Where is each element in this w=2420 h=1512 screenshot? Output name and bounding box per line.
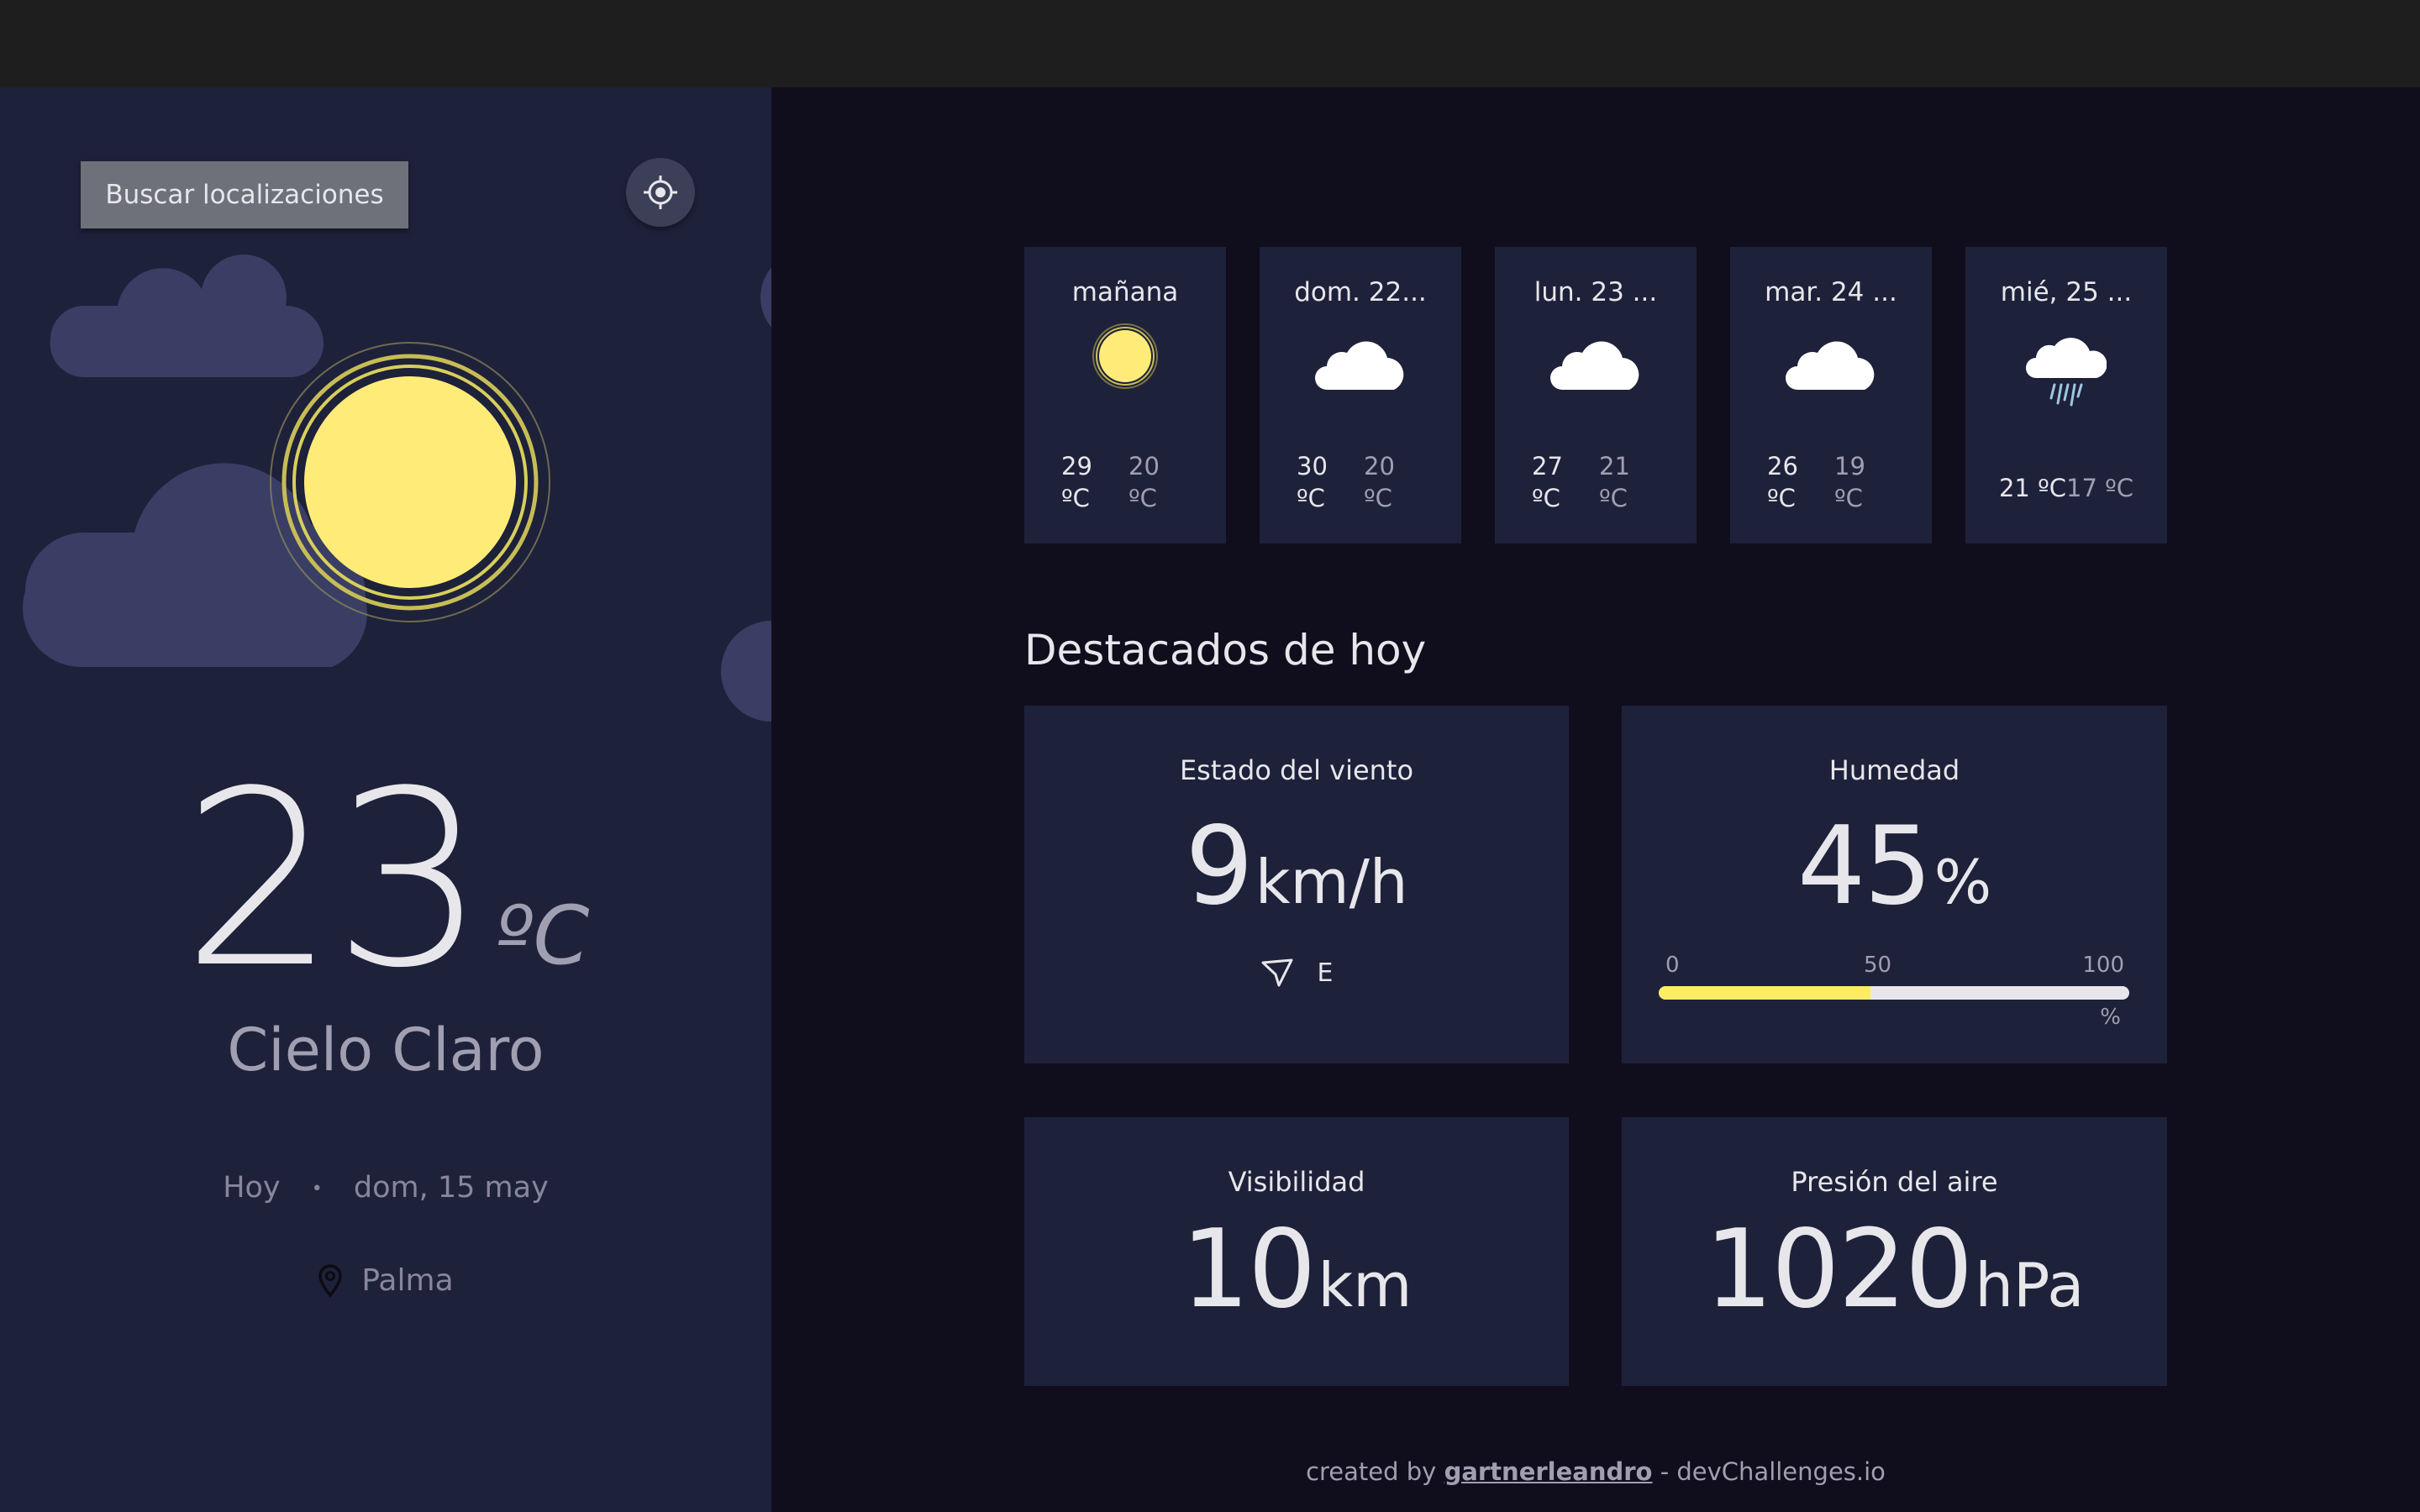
cloud-icon: [1786, 341, 1875, 390]
forecast-day: lun. 23 ...: [1534, 277, 1658, 307]
author-link[interactable]: gartnerleandro: [1444, 1457, 1653, 1486]
current-temperature: 23 ºC: [0, 759, 771, 1001]
humidity-bar-fill: [1659, 986, 1870, 1000]
forecast-card: mañana 29 ºC 20 ºC: [1024, 247, 1226, 543]
forecast-list: mañana 29 ºC 20 ºC dom. 22... 30 ºC 20 º…: [1024, 247, 2167, 543]
forecast-min-temp: 20 ºC: [1364, 452, 1395, 512]
wind-value: 9: [1185, 804, 1253, 929]
scale-max-label: 100: [2082, 953, 2124, 978]
browser-top-bar: [0, 0, 2420, 87]
wind-unit: km/h: [1255, 847, 1408, 917]
today-label: Hoy: [223, 1171, 281, 1205]
humidity-unit: %: [1933, 847, 1992, 917]
location-name: Palma: [361, 1263, 454, 1298]
humidity-card: Humedad 45 % 0 50 100 %: [1622, 706, 2167, 1063]
wind-title: Estado del viento: [1179, 754, 1414, 786]
visibility-title: Visibilidad: [1228, 1166, 1365, 1198]
pressure-card: Presión del aire 1020 hPa: [1622, 1117, 2167, 1386]
cloud-icon: [1550, 341, 1639, 390]
forecast-max-temp: 26 ºC: [1767, 452, 1798, 512]
visibility-value: 10: [1181, 1207, 1317, 1332]
cloud-shape: [721, 621, 771, 722]
temperature-value: 23: [182, 739, 487, 1021]
humidity-bar: [1659, 986, 2129, 1000]
search-locations-button[interactable]: Buscar localizaciones: [81, 161, 408, 228]
scale-mid-label: 50: [1864, 953, 1892, 978]
sun-icon: [270, 342, 550, 622]
forecast-card: mié, 25 ... 21 ºC17 ºC: [1965, 247, 2167, 543]
map-pin-icon: [318, 1263, 343, 1298]
humidity-scale: 0 50 100 %: [1659, 953, 2129, 1030]
separator-dot: •: [311, 1178, 323, 1200]
forecast-min-temp: 21 ºC: [1599, 452, 1630, 512]
forecast-card: lun. 23 ... 27 ºC 21 ºC: [1495, 247, 1697, 543]
current-date: dom, 15 may: [353, 1171, 549, 1205]
scale-unit-label: %: [2100, 1005, 2121, 1030]
date-row: Hoy • dom, 15 may: [0, 1171, 771, 1205]
wind-direction: E: [1317, 958, 1334, 988]
visibility-card: Visibilidad 10 km: [1024, 1117, 1569, 1386]
navigation-arrow-icon: [1261, 958, 1293, 987]
pressure-unit: hPa: [1975, 1250, 2085, 1320]
weather-condition: Cielo Claro: [227, 1016, 544, 1084]
highlights-title: Destacados de hoy: [1024, 626, 1427, 675]
pressure-title: Presión del aire: [1791, 1166, 1998, 1198]
forecast-card: mar. 24 ... 26 ºC 19 ºC: [1730, 247, 1932, 543]
forecast-day: mar. 24 ...: [1765, 277, 1897, 307]
forecast-min-temp: 20 ºC: [1128, 452, 1160, 512]
sidebar: Buscar localizaciones 23 ºC Cielo Claro …: [0, 87, 771, 1512]
forecast-min-temp: 17 ºC: [2066, 474, 2134, 502]
footer-prefix: created by: [1306, 1457, 1437, 1486]
sun-icon: [1092, 323, 1158, 389]
humidity-title: Humedad: [1828, 754, 1960, 786]
current-location-button[interactable]: [626, 158, 695, 227]
forecast-day: mié, 25 ...: [2000, 277, 2133, 307]
rain-cloud-icon: [2026, 338, 2107, 407]
forecast-max-temp: 30 ºC: [1297, 452, 1328, 512]
forecast-min-temp: 19 ºC: [1834, 452, 1865, 512]
forecast-day: mañana: [1071, 277, 1179, 307]
humidity-value: 45: [1797, 804, 1933, 929]
forecast-day: dom. 22...: [1294, 277, 1427, 307]
visibility-unit: km: [1318, 1250, 1413, 1320]
cloud-shape: [760, 267, 771, 328]
footer-suffix: - devChallenges.io: [1660, 1457, 1886, 1486]
gps-target-icon: [644, 176, 677, 209]
forecast-max-temp: 29 ºC: [1061, 452, 1092, 512]
cloud-icon: [1315, 341, 1404, 390]
forecast-max-temp: 27 ºC: [1532, 452, 1563, 512]
location-row: Palma: [0, 1263, 771, 1298]
temperature-unit: ºC: [495, 889, 590, 983]
forecast-card: dom. 22... 30 ºC 20 ºC: [1260, 247, 1461, 543]
scale-min-label: 0: [1665, 953, 1680, 978]
wind-card: Estado del viento 9 km/h E: [1024, 706, 1569, 1063]
pressure-value: 1020: [1704, 1207, 1974, 1332]
forecast-max-temp: 21 ºC: [1998, 474, 2066, 502]
footer: created by gartnerleandro - devChallenge…: [771, 1457, 2420, 1486]
